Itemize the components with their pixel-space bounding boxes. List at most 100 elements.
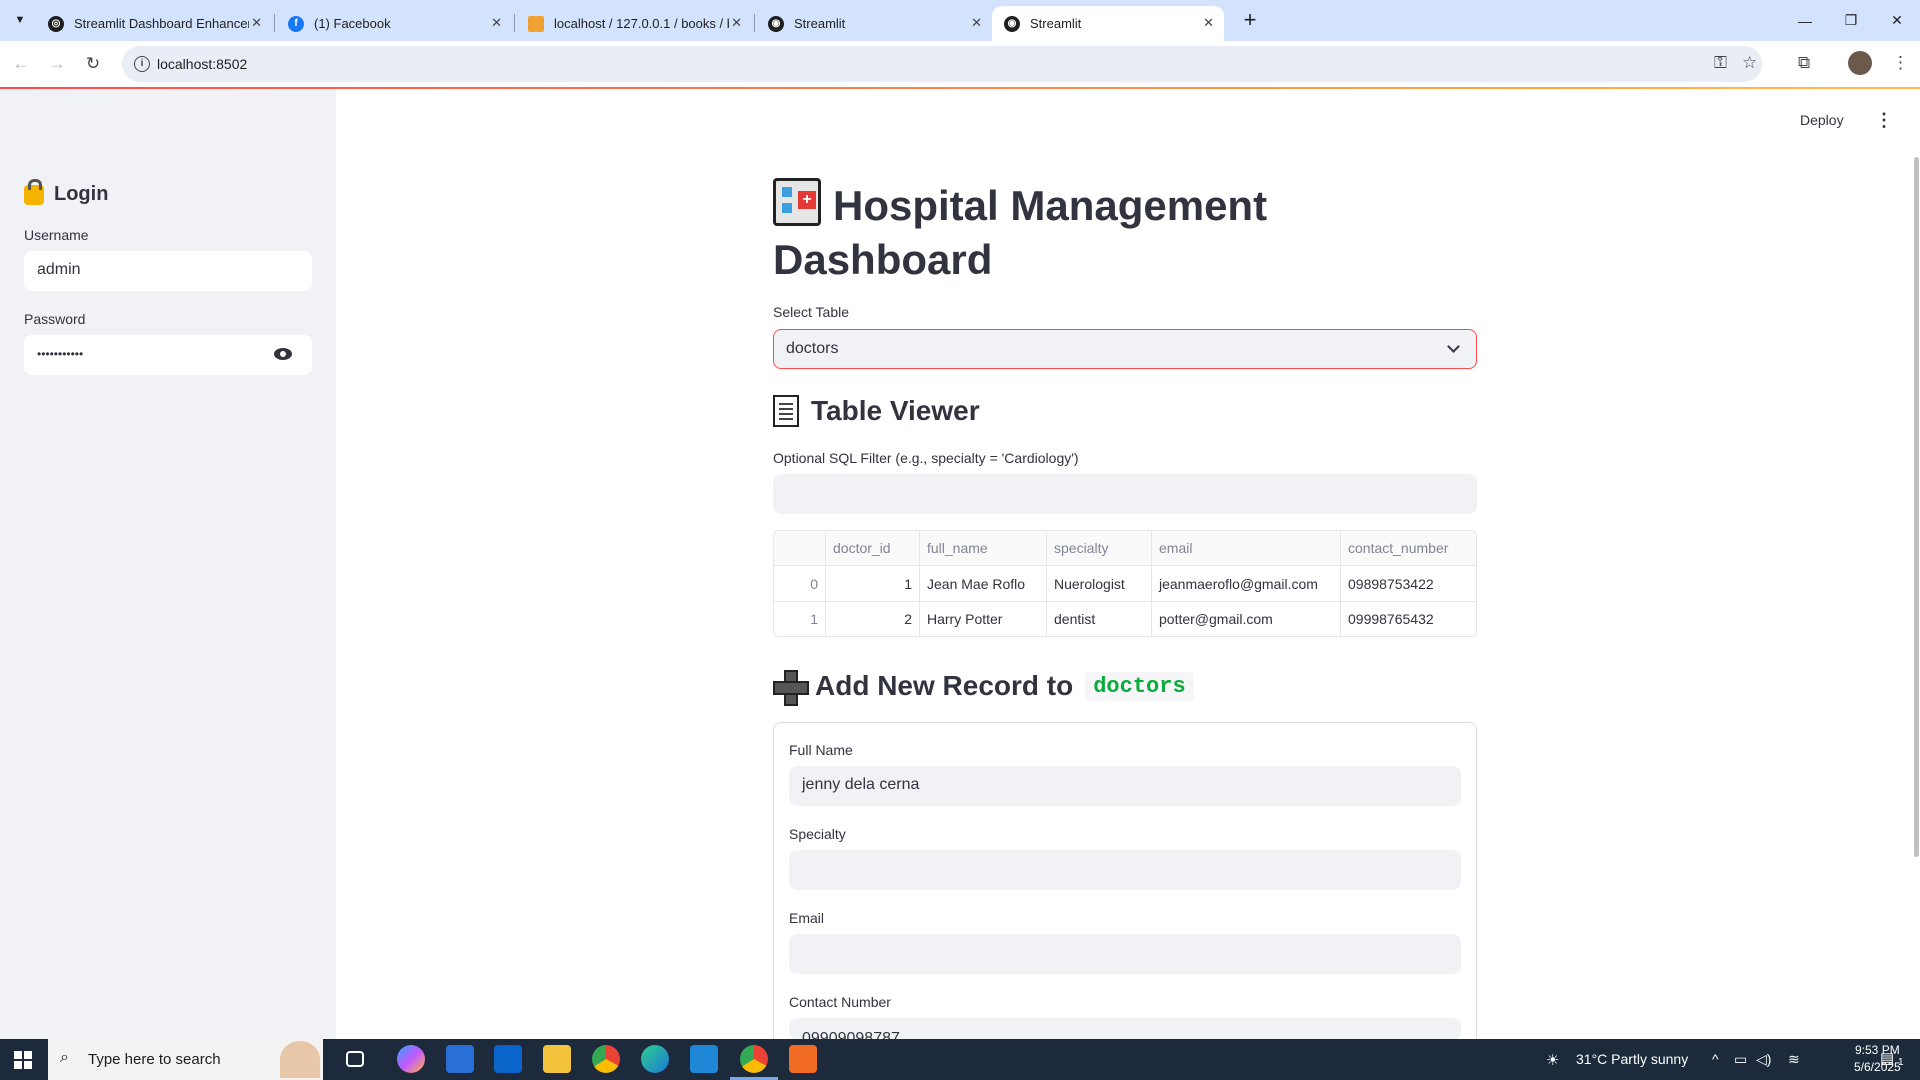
reload-button[interactable]: ↻ xyxy=(80,51,106,77)
page-title: Hospital Management Dashboard xyxy=(773,178,1477,287)
app-menu-icon[interactable]: ⋮ xyxy=(1875,110,1893,131)
browser-menu-icon[interactable]: ⋮ xyxy=(1892,53,1909,73)
table-cell[interactable]: 09898753422 xyxy=(1341,567,1476,602)
close-tab-icon[interactable]: ✕ xyxy=(251,15,262,31)
extensions-icon[interactable]: ⧉ xyxy=(1798,53,1810,73)
close-tab-icon[interactable]: ✕ xyxy=(491,15,502,31)
taskbar-search-box[interactable]: ⌕ Type here to search xyxy=(48,1039,323,1080)
edge-icon[interactable] xyxy=(641,1045,669,1073)
close-window-button[interactable]: ✕ xyxy=(1874,0,1920,41)
phpmyadmin-icon xyxy=(528,15,544,32)
microsoft-store-icon[interactable] xyxy=(446,1045,474,1073)
minimize-button[interactable]: — xyxy=(1782,0,1828,41)
tab-facebook[interactable]: f (1) Facebook ✕ xyxy=(276,6,512,41)
tab-title: (1) Facebook xyxy=(314,16,391,31)
weather-text[interactable]: 31°C Partly sunny xyxy=(1576,1051,1688,1067)
email-label: Email xyxy=(789,910,825,926)
main-scrollbar[interactable] xyxy=(1914,157,1919,857)
doctors-table[interactable]: doctor_id full_name specialty email cont… xyxy=(773,530,1477,637)
outlook-icon[interactable] xyxy=(494,1045,522,1073)
table-row: 0 1 Jean Mae Roflo Nuerologist jeanmaero… xyxy=(774,567,1476,602)
deploy-button[interactable]: Deploy xyxy=(1800,112,1844,128)
add-record-heading: Add New Record to doctors xyxy=(773,670,1194,706)
column-header-contact-number[interactable]: contact_number xyxy=(1341,531,1476,566)
new-tab-button[interactable]: + xyxy=(1236,6,1264,34)
specialty-label: Specialty xyxy=(789,826,846,842)
column-header-full-name[interactable]: full_name xyxy=(920,531,1047,566)
select-table-dropdown[interactable]: doctors xyxy=(773,329,1477,369)
page-title-text: Hospital Management Dashboard xyxy=(773,182,1268,283)
close-tab-icon[interactable]: ✕ xyxy=(1203,15,1214,31)
column-header-email[interactable]: email xyxy=(1152,531,1341,566)
full-name-input[interactable]: jenny dela cerna xyxy=(789,766,1461,806)
table-cell[interactable]: potter@gmail.com xyxy=(1152,602,1341,636)
contact-number-input[interactable]: 09909098787 xyxy=(789,1018,1461,1040)
table-cell[interactable]: Jean Mae Roflo xyxy=(920,567,1047,602)
password-label: Password xyxy=(24,311,86,327)
browser-toolbar: ← → ↻ i localhost:8502 ⚿ ☆ ⧉ ⋮ xyxy=(0,41,1920,87)
xampp-icon[interactable] xyxy=(789,1045,817,1073)
windows-start-icon[interactable] xyxy=(14,1051,32,1069)
table-cell[interactable]: dentist xyxy=(1047,602,1152,636)
sql-filter-label: Optional SQL Filter (e.g., specialty = '… xyxy=(773,450,1079,466)
table-cell[interactable]: 1 xyxy=(826,567,920,602)
username-label: Username xyxy=(24,227,89,243)
tab-separator xyxy=(274,14,275,32)
column-header-doctor-id[interactable]: doctor_id xyxy=(826,531,920,566)
back-button[interactable]: ← xyxy=(8,51,34,77)
table-cell[interactable]: 2 xyxy=(826,602,920,636)
tab-search-chevron-icon[interactable]: ▼ xyxy=(8,8,32,32)
address-bar[interactable]: i localhost:8502 ⚿ ☆ xyxy=(122,46,1762,82)
show-password-eye-icon[interactable] xyxy=(274,348,292,360)
notification-center-icon[interactable]: ▤ xyxy=(1880,1049,1894,1067)
table-cell[interactable]: Nuerologist xyxy=(1047,567,1152,602)
chrome-icon[interactable] xyxy=(592,1045,620,1073)
url-text[interactable]: localhost:8502 xyxy=(157,56,247,72)
wifi-icon[interactable]: ≋ xyxy=(1788,1051,1800,1068)
profile-avatar[interactable] xyxy=(1848,51,1872,75)
login-title: Login xyxy=(54,183,109,205)
tab-separator xyxy=(754,14,755,32)
weather-icon[interactable]: ☀ xyxy=(1546,1051,1559,1069)
table-cell[interactable]: 09998765432 xyxy=(1341,602,1476,636)
show-hidden-icons-icon[interactable]: ^ xyxy=(1712,1051,1719,1067)
contact-number-label: Contact Number xyxy=(789,994,891,1010)
specialty-input[interactable] xyxy=(789,850,1461,890)
restore-button[interactable]: ❐ xyxy=(1828,0,1874,41)
file-explorer-icon[interactable] xyxy=(543,1045,571,1073)
table-cell[interactable]: Harry Potter xyxy=(920,602,1047,636)
table-header-row: doctor_id full_name specialty email cont… xyxy=(774,531,1476,566)
table-cell[interactable]: jeanmaeroflo@gmail.com xyxy=(1152,567,1341,602)
row-index-cell: 1 xyxy=(774,602,826,636)
close-tab-icon[interactable]: ✕ xyxy=(731,15,742,31)
facebook-icon: f xyxy=(288,15,304,32)
bookmark-star-icon[interactable]: ☆ xyxy=(1742,53,1757,73)
email-input[interactable] xyxy=(789,934,1461,974)
add-record-table-name: doctors xyxy=(1085,671,1194,701)
column-header-index xyxy=(774,531,826,566)
tab-phpmyadmin[interactable]: localhost / 127.0.0.1 / books / b ✕ xyxy=(516,6,752,41)
sql-filter-input[interactable] xyxy=(773,474,1477,514)
network-icon[interactable]: ▭ xyxy=(1734,1051,1747,1068)
forward-button[interactable]: → xyxy=(44,51,70,77)
lock-icon xyxy=(24,178,44,205)
tab-streamlit-dashboard[interactable]: ◎ Streamlit Dashboard Enhancem ✕ xyxy=(36,6,272,41)
volume-icon[interactable]: ◁) xyxy=(1756,1051,1771,1068)
row-index-cell: 0 xyxy=(774,567,826,602)
username-input[interactable]: admin xyxy=(24,251,312,291)
password-input[interactable]: ••••••••••• xyxy=(24,335,312,375)
search-highlight-image xyxy=(280,1041,320,1078)
copilot-icon[interactable] xyxy=(397,1045,425,1073)
hospital-icon xyxy=(773,178,821,226)
site-info-icon[interactable]: i xyxy=(134,56,150,72)
tab-streamlit-active[interactable]: ◉ Streamlit ✕ xyxy=(992,6,1224,41)
password-key-icon[interactable]: ⚿ xyxy=(1714,53,1727,73)
add-record-title: Add New Record to xyxy=(815,670,1074,701)
close-tab-icon[interactable]: ✕ xyxy=(971,15,982,31)
page-document-icon xyxy=(773,395,799,427)
column-header-specialty[interactable]: specialty xyxy=(1047,531,1152,566)
tab-streamlit-1[interactable]: ◉ Streamlit ✕ xyxy=(756,6,992,41)
task-view-icon[interactable] xyxy=(346,1051,364,1067)
chrome-active-icon[interactable] xyxy=(740,1045,768,1073)
vscode-icon[interactable] xyxy=(690,1045,718,1073)
